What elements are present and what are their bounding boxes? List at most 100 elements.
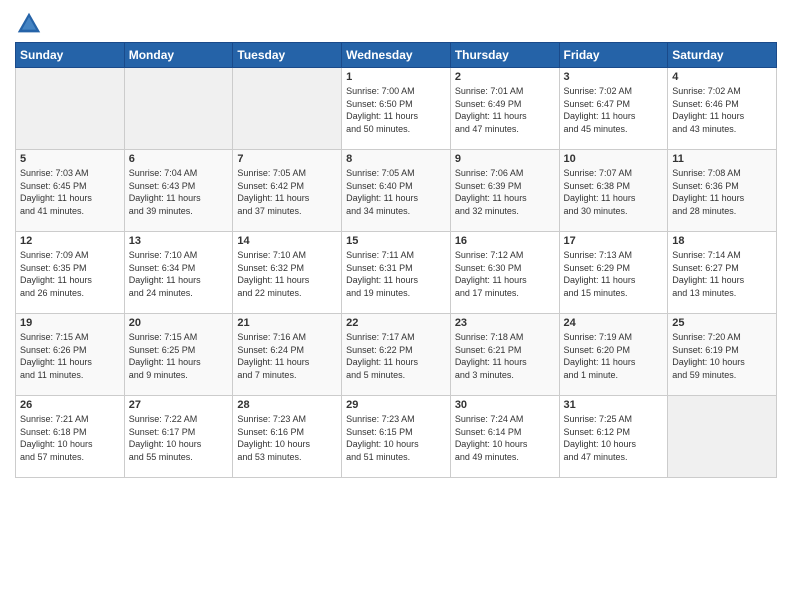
day-cell: 12 Sunrise: 7:09 AMSunset: 6:35 PMDayligh… xyxy=(16,232,125,314)
day-number: 22 xyxy=(346,317,446,329)
week-row-1: 1 Sunrise: 7:00 AMSunset: 6:50 PMDaylight… xyxy=(16,68,777,150)
day-cell: 19Sunrise: 7:15 AMSunset: 6:26 PMDayligh… xyxy=(16,314,125,396)
day-info: Sunrise: 7:24 AMSunset: 6:14 PMDaylight:… xyxy=(455,413,555,463)
day-number: 16 xyxy=(455,235,555,247)
header xyxy=(15,10,777,38)
day-number: 31 xyxy=(564,399,664,411)
day-cell: 20Sunrise: 7:15 AMSunset: 6:25 PMDayligh… xyxy=(124,314,233,396)
day-number: 30 xyxy=(455,399,555,411)
day-info: Sunrise: 7:05 AMSunset: 6:42 PMDaylight:… xyxy=(237,167,337,217)
day-cell: 11 Sunrise: 7:08 AMSunset: 6:36 PMDayligh… xyxy=(668,150,777,232)
weekday-header-friday: Friday xyxy=(559,43,668,68)
day-number: 12 xyxy=(20,235,120,247)
day-info: Sunrise: 7:05 AMSunset: 6:40 PMDaylight:… xyxy=(346,167,446,217)
day-number: 26 xyxy=(20,399,120,411)
day-info: Sunrise: 7:22 AMSunset: 6:17 PMDaylight:… xyxy=(129,413,229,463)
day-cell: 6 Sunrise: 7:04 AMSunset: 6:43 PMDaylight… xyxy=(124,150,233,232)
day-info: Sunrise: 7:16 AMSunset: 6:24 PMDaylight:… xyxy=(237,331,337,381)
day-info: Sunrise: 7:12 AMSunset: 6:30 PMDaylight:… xyxy=(455,249,555,299)
day-cell: 24 Sunrise: 7:19 AMSunset: 6:20 PMDayligh… xyxy=(559,314,668,396)
day-number: 25 xyxy=(672,317,772,329)
week-row-5: 26 Sunrise: 7:21 AMSunset: 6:18 PMDayligh… xyxy=(16,396,777,478)
day-cell: 10 Sunrise: 7:07 AMSunset: 6:38 PMDayligh… xyxy=(559,150,668,232)
day-number: 10 xyxy=(564,153,664,165)
day-info: Sunrise: 7:14 AMSunset: 6:27 PMDaylight:… xyxy=(672,249,772,299)
day-cell: 31 Sunrise: 7:25 AMSunset: 6:12 PMDayligh… xyxy=(559,396,668,478)
day-info: Sunrise: 7:13 AMSunset: 6:29 PMDaylight:… xyxy=(564,249,664,299)
weekday-header-saturday: Saturday xyxy=(668,43,777,68)
day-number: 21 xyxy=(237,317,337,329)
day-number: 1 xyxy=(346,71,446,83)
day-info: Sunrise: 7:23 AMSunset: 6:15 PMDaylight:… xyxy=(346,413,446,463)
page-container: SundayMondayTuesdayWednesdayThursdayFrid… xyxy=(0,0,792,488)
day-cell xyxy=(124,68,233,150)
day-info: Sunrise: 7:07 AMSunset: 6:38 PMDaylight:… xyxy=(564,167,664,217)
day-cell xyxy=(16,68,125,150)
day-cell: 3 Sunrise: 7:02 AMSunset: 6:47 PMDaylight… xyxy=(559,68,668,150)
day-cell: 23Sunrise: 7:18 AMSunset: 6:21 PMDayligh… xyxy=(450,314,559,396)
day-cell: 21 Sunrise: 7:16 AMSunset: 6:24 PMDayligh… xyxy=(233,314,342,396)
day-cell: 13Sunrise: 7:10 AMSunset: 6:34 PMDayligh… xyxy=(124,232,233,314)
day-info: Sunrise: 7:08 AMSunset: 6:36 PMDaylight:… xyxy=(672,167,772,217)
day-cell: 1 Sunrise: 7:00 AMSunset: 6:50 PMDaylight… xyxy=(342,68,451,150)
day-number: 8 xyxy=(346,153,446,165)
day-number: 4 xyxy=(672,71,772,83)
day-number: 15 xyxy=(346,235,446,247)
weekday-header-sunday: Sunday xyxy=(16,43,125,68)
day-info: Sunrise: 7:19 AMSunset: 6:20 PMDaylight:… xyxy=(564,331,664,381)
day-number: 9 xyxy=(455,153,555,165)
day-info: Sunrise: 7:02 AMSunset: 6:47 PMDaylight:… xyxy=(564,85,664,135)
logo-icon xyxy=(15,10,43,38)
day-cell: 27 Sunrise: 7:22 AMSunset: 6:17 PMDayligh… xyxy=(124,396,233,478)
day-number: 17 xyxy=(564,235,664,247)
day-cell: 2 Sunrise: 7:01 AMSunset: 6:49 PMDaylight… xyxy=(450,68,559,150)
day-cell: 30 Sunrise: 7:24 AMSunset: 6:14 PMDayligh… xyxy=(450,396,559,478)
day-cell: 16 Sunrise: 7:12 AMSunset: 6:30 PMDayligh… xyxy=(450,232,559,314)
day-number: 24 xyxy=(564,317,664,329)
day-cell: 22 Sunrise: 7:17 AMSunset: 6:22 PMDayligh… xyxy=(342,314,451,396)
day-number: 2 xyxy=(455,71,555,83)
week-row-4: 19Sunrise: 7:15 AMSunset: 6:26 PMDayligh… xyxy=(16,314,777,396)
day-cell: 4 Sunrise: 7:02 AMSunset: 6:46 PMDaylight… xyxy=(668,68,777,150)
day-cell: 25Sunrise: 7:20 AMSunset: 6:19 PMDayligh… xyxy=(668,314,777,396)
day-number: 18 xyxy=(672,235,772,247)
weekday-header-row: SundayMondayTuesdayWednesdayThursdayFrid… xyxy=(16,43,777,68)
day-cell: 15Sunrise: 7:11 AMSunset: 6:31 PMDayligh… xyxy=(342,232,451,314)
day-info: Sunrise: 7:09 AMSunset: 6:35 PMDaylight:… xyxy=(20,249,120,299)
day-number: 5 xyxy=(20,153,120,165)
week-row-3: 12 Sunrise: 7:09 AMSunset: 6:35 PMDayligh… xyxy=(16,232,777,314)
day-number: 28 xyxy=(237,399,337,411)
day-info: Sunrise: 7:23 AMSunset: 6:16 PMDaylight:… xyxy=(237,413,337,463)
day-info: Sunrise: 7:10 AMSunset: 6:32 PMDaylight:… xyxy=(237,249,337,299)
weekday-header-monday: Monday xyxy=(124,43,233,68)
day-cell: 17 Sunrise: 7:13 AMSunset: 6:29 PMDayligh… xyxy=(559,232,668,314)
day-info: Sunrise: 7:25 AMSunset: 6:12 PMDaylight:… xyxy=(564,413,664,463)
day-cell: 26 Sunrise: 7:21 AMSunset: 6:18 PMDayligh… xyxy=(16,396,125,478)
logo xyxy=(15,10,47,38)
day-number: 27 xyxy=(129,399,229,411)
day-number: 23 xyxy=(455,317,555,329)
day-number: 6 xyxy=(129,153,229,165)
day-number: 14 xyxy=(237,235,337,247)
day-number: 11 xyxy=(672,153,772,165)
day-info: Sunrise: 7:03 AMSunset: 6:45 PMDaylight:… xyxy=(20,167,120,217)
day-info: Sunrise: 7:04 AMSunset: 6:43 PMDaylight:… xyxy=(129,167,229,217)
weekday-header-thursday: Thursday xyxy=(450,43,559,68)
day-cell: 14 Sunrise: 7:10 AMSunset: 6:32 PMDayligh… xyxy=(233,232,342,314)
day-number: 29 xyxy=(346,399,446,411)
week-row-2: 5 Sunrise: 7:03 AMSunset: 6:45 PMDaylight… xyxy=(16,150,777,232)
day-info: Sunrise: 7:21 AMSunset: 6:18 PMDaylight:… xyxy=(20,413,120,463)
calendar: SundayMondayTuesdayWednesdayThursdayFrid… xyxy=(15,42,777,478)
day-info: Sunrise: 7:15 AMSunset: 6:26 PMDaylight:… xyxy=(20,331,120,381)
day-info: Sunrise: 7:02 AMSunset: 6:46 PMDaylight:… xyxy=(672,85,772,135)
day-info: Sunrise: 7:06 AMSunset: 6:39 PMDaylight:… xyxy=(455,167,555,217)
day-cell: 7 Sunrise: 7:05 AMSunset: 6:42 PMDaylight… xyxy=(233,150,342,232)
day-cell: 28 Sunrise: 7:23 AMSunset: 6:16 PMDayligh… xyxy=(233,396,342,478)
day-info: Sunrise: 7:00 AMSunset: 6:50 PMDaylight:… xyxy=(346,85,446,135)
weekday-header-tuesday: Tuesday xyxy=(233,43,342,68)
day-cell: 18 Sunrise: 7:14 AMSunset: 6:27 PMDayligh… xyxy=(668,232,777,314)
day-number: 7 xyxy=(237,153,337,165)
day-info: Sunrise: 7:01 AMSunset: 6:49 PMDaylight:… xyxy=(455,85,555,135)
day-info: Sunrise: 7:17 AMSunset: 6:22 PMDaylight:… xyxy=(346,331,446,381)
day-number: 3 xyxy=(564,71,664,83)
